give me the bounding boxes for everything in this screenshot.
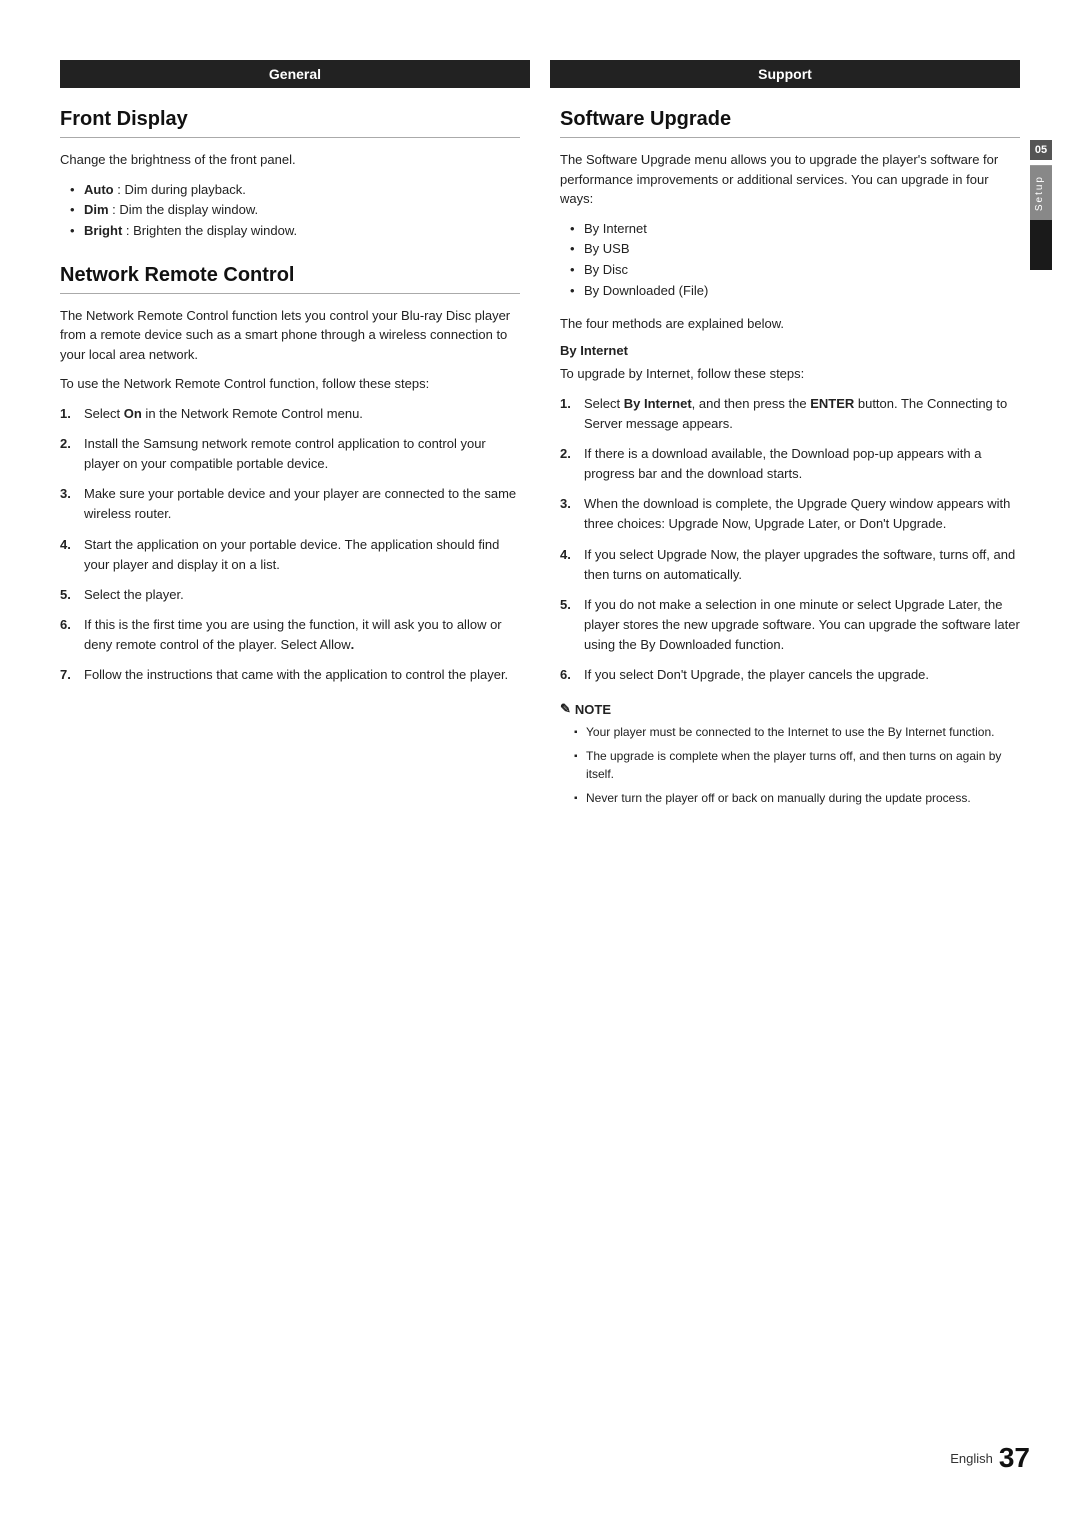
- side-tab-label: Setup: [1030, 165, 1052, 221]
- software-upgrade-intro: The Software Upgrade menu allows you to …: [560, 150, 1020, 209]
- upgrade-methods-list: By Internet By USB By Disc By Downloaded…: [570, 219, 1020, 302]
- step-1: 1. Select On in the Network Remote Contr…: [60, 404, 520, 424]
- note-item-3: Never turn the player off or back on man…: [574, 789, 1020, 807]
- front-display-intro: Change the brightness of the front panel…: [60, 150, 520, 170]
- method-internet: By Internet: [570, 219, 1020, 240]
- footer-language: English: [950, 1451, 993, 1466]
- footer: English 37: [60, 1442, 1030, 1474]
- front-display-title: Front Display: [60, 108, 520, 138]
- internet-step-2: 2. If there is a download available, the…: [560, 444, 1020, 484]
- method-usb: By USB: [570, 239, 1020, 260]
- front-display-section: Front Display Change the brightness of t…: [60, 108, 520, 242]
- software-upgrade-title: Software Upgrade: [560, 108, 1020, 138]
- step-7: 7. Follow the instructions that came wit…: [60, 665, 520, 685]
- step-2: 2. Install the Samsung network remote co…: [60, 434, 520, 474]
- bullet-auto: Auto : Dim during playback.: [70, 180, 520, 201]
- bullet-dim: Dim : Dim the display window.: [70, 200, 520, 221]
- page-container: 05 Setup General Support Front Display C…: [0, 0, 1080, 1514]
- note-item-1: Your player must be connected to the Int…: [574, 723, 1020, 741]
- software-upgrade-section: Software Upgrade The Software Upgrade me…: [560, 108, 1020, 807]
- network-remote-title: Network Remote Control: [60, 264, 520, 294]
- side-tab-number: 05: [1030, 140, 1052, 160]
- header-support: Support: [550, 60, 1020, 88]
- method-downloaded: By Downloaded (File): [570, 281, 1020, 302]
- front-display-bullets: Auto : Dim during playback. Dim : Dim th…: [70, 180, 520, 242]
- by-internet-section: By Internet To upgrade by Internet, foll…: [560, 343, 1020, 685]
- network-remote-steps: 1. Select On in the Network Remote Contr…: [60, 404, 520, 686]
- internet-step-4: 4. If you select Upgrade Now, the player…: [560, 545, 1020, 585]
- header-row: General Support: [60, 60, 1020, 88]
- note-icon: ✎: [560, 701, 571, 717]
- by-internet-heading: By Internet: [560, 343, 1020, 358]
- note-item-2: The upgrade is complete when the player …: [574, 747, 1020, 783]
- internet-step-6: 6. If you select Don't Upgrade, the play…: [560, 665, 1020, 685]
- bullet-bright: Bright : Brighten the display window.: [70, 221, 520, 242]
- step-5: 5. Select the player.: [60, 585, 520, 605]
- footer-page-number: 37: [999, 1442, 1030, 1474]
- by-internet-intro: To upgrade by Internet, follow these ste…: [560, 364, 1020, 384]
- internet-step-3: 3. When the download is complete, the Up…: [560, 494, 1020, 534]
- network-remote-para2: To use the Network Remote Control functi…: [60, 374, 520, 394]
- network-remote-section: Network Remote Control The Network Remot…: [60, 264, 520, 686]
- step-4: 4. Start the application on your portabl…: [60, 535, 520, 575]
- note-section: ✎ NOTE Your player must be connected to …: [560, 701, 1020, 807]
- header-general: General: [60, 60, 530, 88]
- note-list: Your player must be connected to the Int…: [574, 723, 1020, 807]
- step-6: 6. If this is the first time you are usi…: [60, 615, 520, 655]
- note-title: ✎ NOTE: [560, 701, 1020, 717]
- content-row: Front Display Change the brightness of t…: [60, 108, 1020, 813]
- network-remote-para1: The Network Remote Control function lets…: [60, 306, 520, 365]
- left-column: Front Display Change the brightness of t…: [60, 108, 520, 813]
- internet-step-5: 5. If you do not make a selection in one…: [560, 595, 1020, 655]
- four-methods-note: The four methods are explained below.: [560, 314, 1020, 334]
- method-disc: By Disc: [570, 260, 1020, 281]
- internet-step-1: 1. Select By Internet, and then press th…: [560, 394, 1020, 434]
- by-internet-steps: 1. Select By Internet, and then press th…: [560, 394, 1020, 686]
- step-3: 3. Make sure your portable device and yo…: [60, 484, 520, 524]
- side-tab-accent: [1030, 220, 1052, 270]
- right-column: Software Upgrade The Software Upgrade me…: [560, 108, 1020, 813]
